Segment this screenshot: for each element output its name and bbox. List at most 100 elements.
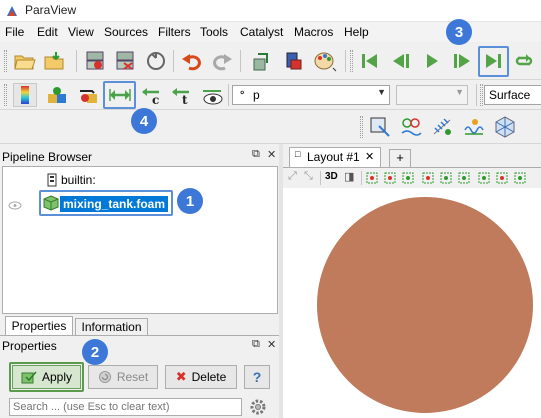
toggle-3d-button[interactable]: 3D xyxy=(325,171,338,182)
pipeline-browser-title: Pipeline Browser xyxy=(2,150,93,164)
redo-button[interactable] xyxy=(210,49,234,73)
point-data-icon: ⚬ xyxy=(238,88,247,99)
menu-catalyst[interactable]: Catalyst xyxy=(240,25,283,39)
annotation-badge-4: 4 xyxy=(131,108,157,134)
zoom-to-box-icon[interactable]: ⤡ xyxy=(304,170,313,183)
undo-button[interactable] xyxy=(180,49,204,73)
streamline-icon xyxy=(433,118,451,135)
toolbar-grip[interactable] xyxy=(4,84,7,106)
open-folder-icon xyxy=(14,55,36,70)
toolbar-grip[interactable] xyxy=(4,50,7,72)
float-panel-icon[interactable]: ⧉ xyxy=(252,148,260,161)
representation-select[interactable]: Surface xyxy=(484,85,541,105)
play-button[interactable] xyxy=(420,49,444,73)
svg-text:t: t xyxy=(182,93,188,105)
disconnect-icon xyxy=(116,51,134,70)
pipeline-browser-panel: Pipeline Browser ⧉ ✕ builtin: mixing_tan… xyxy=(0,144,279,316)
menu-file[interactable]: File xyxy=(5,25,24,39)
connect-button[interactable] xyxy=(83,49,107,73)
reset-range-button[interactable] xyxy=(76,83,100,107)
redo-icon xyxy=(213,54,232,71)
rescale-visible-range-button[interactable] xyxy=(201,83,225,107)
search-input[interactable] xyxy=(9,398,242,416)
svg-text:c: c xyxy=(152,93,159,105)
reset-button-label: Reset xyxy=(116,370,149,384)
common-filters-toolbar xyxy=(0,110,541,144)
loop-button[interactable] xyxy=(512,49,536,73)
undo-icon xyxy=(182,54,201,71)
open-file-button[interactable] xyxy=(13,49,37,73)
change-input-button[interactable] xyxy=(249,49,273,73)
reset-session-button[interactable] xyxy=(144,49,168,73)
add-layout-tab-button[interactable]: + xyxy=(389,149,411,167)
separator xyxy=(240,50,241,72)
previous-frame-button[interactable] xyxy=(389,49,413,73)
wave-filter-button[interactable] xyxy=(462,115,486,139)
save-state-icon xyxy=(44,52,64,70)
advanced-settings-button[interactable] xyxy=(247,396,269,418)
delete-button-label: Delete xyxy=(191,370,227,384)
menu-view[interactable]: View xyxy=(68,25,94,39)
rescale-temporal-range-button[interactable]: t xyxy=(170,83,194,107)
menu-macros[interactable]: Macros xyxy=(294,25,333,39)
disconnect-button[interactable] xyxy=(113,49,137,73)
close-tab-icon[interactable]: ✕ xyxy=(365,150,374,163)
pick-center-button[interactable] xyxy=(431,115,455,139)
toolbar-grip[interactable] xyxy=(360,116,363,138)
zoom-to-data-icon[interactable]: ⤢ xyxy=(288,170,297,183)
delete-button[interactable]: ✖ Delete xyxy=(165,365,237,389)
separator xyxy=(228,84,229,106)
builtin-server-label[interactable]: builtin: xyxy=(61,173,96,187)
highlight-apply xyxy=(9,362,84,392)
show-center-button[interactable] xyxy=(368,115,392,139)
help-button[interactable]: ? xyxy=(244,365,270,389)
close-panel-icon[interactable]: ✕ xyxy=(267,148,276,161)
capture-screenshot-button[interactable] xyxy=(282,49,306,73)
float-panel-icon[interactable]: ⧉ xyxy=(252,338,260,351)
annotation-badge-3: 3 xyxy=(446,19,472,45)
tab-information[interactable]: Information xyxy=(75,318,148,336)
gear-icon xyxy=(250,399,266,415)
menu-sources[interactable]: Sources xyxy=(104,25,148,39)
center-icon xyxy=(401,118,422,136)
visibility-eye-icon[interactable] xyxy=(8,201,22,210)
separator xyxy=(320,171,321,185)
layout-tab-label: Layout #1 xyxy=(307,150,360,164)
selection-tools-icon xyxy=(366,172,526,184)
component-select[interactable]: ▼ xyxy=(396,85,468,105)
menu-filters[interactable]: Filters xyxy=(158,25,191,39)
color-legend-icon xyxy=(21,86,29,104)
first-frame-button[interactable] xyxy=(358,49,382,73)
menu-tools[interactable]: Tools xyxy=(200,25,228,39)
reset-center-button[interactable] xyxy=(399,115,423,139)
tab-properties[interactable]: Properties xyxy=(5,316,73,336)
color-palette-button[interactable] xyxy=(313,49,337,73)
menu-help[interactable]: Help xyxy=(344,25,369,39)
annotation-badge-1: 1 xyxy=(177,188,203,214)
glyph-filter-button[interactable] xyxy=(493,115,517,139)
close-panel-icon[interactable]: ✕ xyxy=(267,338,276,351)
toolbar-grip[interactable] xyxy=(350,50,353,72)
layout-area: □ Layout #1 ✕ + ⤢ ⤡ 3D ◨ xyxy=(283,144,541,418)
toggle-color-legend-button[interactable] xyxy=(13,83,37,107)
reset-button[interactable]: Reset xyxy=(88,365,158,389)
tab-layout-1[interactable]: □ Layout #1 ✕ xyxy=(289,147,381,167)
edit-color-map-button[interactable] xyxy=(45,83,69,107)
separator xyxy=(345,50,346,72)
toolbar-grip[interactable] xyxy=(480,84,483,106)
save-state-button[interactable] xyxy=(43,49,67,73)
window-title: ParaView xyxy=(25,3,77,17)
connect-icon xyxy=(86,51,104,70)
rescale-custom-range-button[interactable]: c xyxy=(140,83,164,107)
reset-icon xyxy=(98,371,111,383)
camera-icon xyxy=(286,52,302,70)
tab-properties-label: Properties xyxy=(11,319,67,333)
camera-icon[interactable]: ◨ xyxy=(344,170,354,183)
menu-edit[interactable]: Edit xyxy=(37,25,58,39)
next-frame-button[interactable] xyxy=(450,49,474,73)
variable-select[interactable]: ⚬ p ▼ xyxy=(232,85,390,105)
render-view[interactable] xyxy=(283,188,541,418)
reset-range-icon xyxy=(80,90,97,103)
selection-box-icon xyxy=(370,117,390,137)
first-frame-icon xyxy=(362,54,377,68)
